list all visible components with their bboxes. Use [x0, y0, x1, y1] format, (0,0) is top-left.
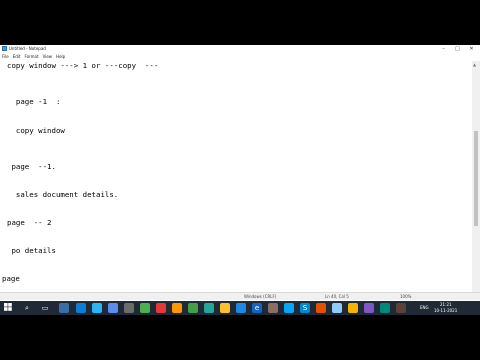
- window-title: Untitled - Notepad: [9, 46, 46, 51]
- clock-date[interactable]: 10-11-2021: [434, 308, 457, 313]
- app-icon-13[interactable]: [380, 303, 390, 313]
- notepad-icon[interactable]: [332, 303, 342, 313]
- app-icon-2[interactable]: [140, 303, 150, 313]
- app-icon-12[interactable]: [364, 303, 374, 313]
- editor-line: page -- 2: [7, 218, 52, 227]
- taskbar: ⌕ ▭ e S ENG 21:21 10-11-2021: [0, 301, 480, 315]
- app-icon-7[interactable]: [220, 303, 230, 313]
- app-icon-8[interactable]: [236, 303, 246, 313]
- menu-format[interactable]: Format: [24, 53, 38, 61]
- maximize-button[interactable]: □: [451, 45, 464, 53]
- menu-file[interactable]: File: [2, 53, 9, 61]
- editor-line: sales document details.: [7, 190, 119, 199]
- zoom-status: 100%: [400, 294, 412, 299]
- scroll-thumb[interactable]: [474, 131, 478, 226]
- line-ending-status: Windows (CRLF): [244, 294, 277, 299]
- scroll-up-icon[interactable]: ▲: [473, 62, 476, 67]
- notepad-icon: [2, 46, 7, 51]
- editor-line: page: [2, 274, 20, 283]
- editor-line: page -1 :: [7, 97, 61, 106]
- app-icon-11[interactable]: [316, 303, 326, 313]
- cursor-position-status: Ln 40, Col 5: [325, 294, 349, 299]
- app-icon-1[interactable]: [124, 303, 134, 313]
- windows-start-icon[interactable]: [3, 303, 13, 313]
- app-icon-14[interactable]: [396, 303, 406, 313]
- editor-line: page --1.: [7, 162, 56, 171]
- edge-icon[interactable]: [76, 303, 86, 313]
- app-icon-9[interactable]: [268, 303, 278, 313]
- text-editor[interactable]: copy window ---> 1 or ---copy --- page -…: [0, 61, 472, 297]
- app-icon-5[interactable]: [188, 303, 198, 313]
- menu-edit[interactable]: Edit: [13, 53, 21, 61]
- editor-line: po details: [7, 246, 56, 255]
- app-icon-10[interactable]: [284, 303, 294, 313]
- search-icon[interactable]: ⌕: [22, 303, 32, 313]
- explorer-icon[interactable]: [92, 303, 102, 313]
- notepad-window: Untitled - Notepad – □ ✕ File Edit Forma…: [0, 45, 480, 315]
- chrome-icon[interactable]: [348, 303, 358, 313]
- app-icon-4[interactable]: [172, 303, 182, 313]
- editor-line: copy window: [7, 126, 65, 135]
- close-button[interactable]: ✕: [465, 45, 478, 53]
- language-indicator[interactable]: ENG: [420, 305, 429, 310]
- ie-icon[interactable]: e: [252, 303, 262, 313]
- menu-view[interactable]: View: [43, 53, 53, 61]
- menu-help[interactable]: Help: [56, 53, 65, 61]
- file-explorer-icon[interactable]: [59, 303, 69, 313]
- editor-line: copy window ---> 1 or ---copy ---: [7, 61, 159, 70]
- clock-time[interactable]: 21:21: [440, 302, 452, 307]
- store-icon[interactable]: [108, 303, 118, 313]
- vertical-scrollbar[interactable]: ▲ ▼: [472, 61, 480, 297]
- status-bar: Windows (CRLF) Ln 40, Col 5 100%: [0, 292, 480, 300]
- task-view-icon[interactable]: ▭: [40, 303, 50, 313]
- menu-bar: File Edit Format View Help: [0, 53, 480, 61]
- title-bar[interactable]: Untitled - Notepad – □ ✕: [0, 45, 480, 53]
- minimize-button[interactable]: –: [437, 45, 450, 53]
- skype-icon[interactable]: S: [300, 303, 310, 313]
- app-icon-6[interactable]: [204, 303, 214, 313]
- app-icon-3[interactable]: [156, 303, 166, 313]
